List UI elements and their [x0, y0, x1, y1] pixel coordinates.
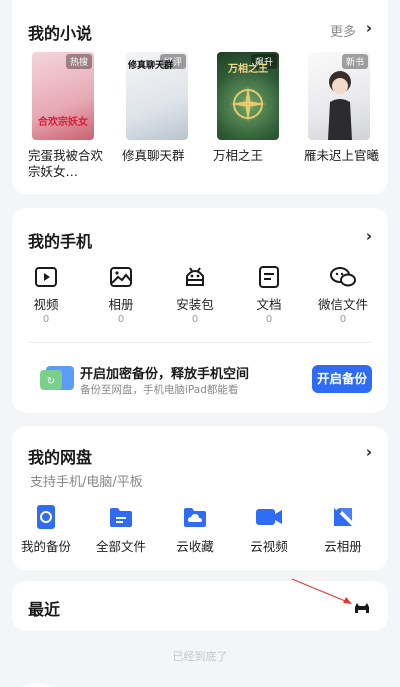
phone-item-photos[interactable]: 相册 0	[84, 264, 158, 325]
backup-shield-icon: ↻	[40, 366, 74, 390]
phone-item-label: 微信文件	[317, 297, 368, 312]
book-cover[interactable]: 新书	[308, 52, 370, 140]
divider	[28, 342, 372, 343]
book-cover[interactable]: 热搜 合欢宗妖女	[32, 52, 94, 140]
backup-icon	[9, 504, 83, 530]
android-icon	[158, 264, 232, 290]
book-item[interactable]: 好评 修真聊天群 修真聊天群	[122, 52, 202, 164]
cloud-video-icon	[232, 504, 306, 530]
chevron-right-icon[interactable]: ›	[366, 227, 372, 245]
compass-emblem-icon	[230, 86, 266, 122]
book-title[interactable]: 万相之王	[213, 148, 293, 164]
cloud-album-icon	[306, 504, 380, 530]
book-tag: 热搜	[65, 54, 92, 69]
novels-card: 我的小说 更多 › 热搜 合欢宗妖女 完蛋我被合欢宗妖女… 好评 修真聊天群 修…	[12, 0, 388, 194]
cloud-drive-card: 我的网盘 › 支持手机/电脑/平板 我的备份 全部文件 云收藏 云视频 云相册	[12, 426, 388, 570]
wechat-icon	[306, 264, 380, 290]
character-figure-icon	[328, 71, 352, 140]
indicator-notch-icon	[22, 683, 54, 687]
book-cover[interactable]: 飙升 万相之王	[217, 52, 279, 140]
cover-text: 修真聊天群	[128, 61, 174, 71]
cloud-item-label: 云视频	[250, 539, 288, 554]
cloud-item-label: 全部文件	[95, 539, 146, 554]
cloud-title: 我的网盘	[28, 448, 93, 467]
cloud-item-favorites[interactable]: 云收藏	[158, 504, 232, 555]
cloud-item-label: 云收藏	[176, 539, 214, 554]
end-of-list-text: 已经到底了	[172, 650, 228, 663]
cloud-item-all-files[interactable]: 全部文件	[84, 504, 158, 555]
phone-item-count: 0	[265, 314, 273, 325]
photo-icon	[84, 264, 158, 290]
phone-item-count: 0	[117, 314, 125, 325]
cloud-item-label: 我的备份	[20, 539, 71, 554]
enable-backup-button[interactable]: 开启备份	[312, 365, 372, 393]
phone-item-label: 视频	[33, 297, 59, 312]
novels-title: 我的小说	[28, 24, 93, 43]
recent-card: 最近	[12, 581, 388, 631]
cloud-item-album[interactable]: 云相册	[306, 504, 380, 555]
phone-item-apk[interactable]: 安装包 0	[158, 264, 232, 325]
video-icon	[9, 264, 83, 290]
document-icon	[232, 264, 306, 290]
chevron-right-icon[interactable]: ›	[366, 443, 372, 461]
folder-icon	[84, 504, 158, 530]
book-item[interactable]: 新书 雁未迟上官曦	[304, 52, 384, 164]
book-title[interactable]: 修真聊天群	[122, 148, 202, 164]
book-title[interactable]: 完蛋我被合欢宗妖女…	[28, 148, 108, 180]
cloud-item-videos[interactable]: 云视频	[232, 504, 306, 555]
phone-item-video[interactable]: 视频 0	[9, 264, 83, 325]
cat-face-icon[interactable]	[354, 599, 370, 618]
phone-title: 我的手机	[28, 232, 93, 251]
phone-item-label: 文档	[256, 297, 282, 312]
phone-item-docs[interactable]: 文档 0	[232, 264, 306, 325]
chevron-right-icon[interactable]: ›	[366, 19, 372, 37]
cloud-subtitle: 支持手机/电脑/平板	[30, 475, 143, 490]
novels-more-link[interactable]: 更多	[330, 21, 356, 40]
phone-item-label: 安装包	[176, 297, 214, 312]
cloud-item-backup[interactable]: 我的备份	[9, 504, 83, 555]
recent-title: 最近	[28, 600, 61, 619]
backup-subtitle: 备份至网盘，手机电脑iPad都能看	[80, 384, 239, 396]
phone-item-count: 0	[42, 314, 50, 325]
cloud-item-label: 云相册	[324, 539, 362, 554]
phone-item-count: 0	[339, 314, 347, 325]
book-title[interactable]: 雁未迟上官曦	[304, 148, 384, 164]
cover-text: 合欢宗妖女	[38, 117, 88, 128]
phone-card: 我的手机 › 视频 0 相册 0 安装包 0 文档 0 微信文件 0 ↻ 开启加…	[12, 208, 388, 413]
backup-title: 开启加密备份，释放手机空间	[80, 367, 250, 382]
svg-text:↻: ↻	[47, 376, 55, 387]
phone-item-wechat[interactable]: 微信文件 0	[306, 264, 380, 325]
phone-item-label: 相册	[108, 297, 134, 312]
phone-item-count: 0	[191, 314, 199, 325]
book-item[interactable]: 热搜 合欢宗妖女 完蛋我被合欢宗妖女…	[28, 52, 108, 180]
book-cover[interactable]: 好评 修真聊天群	[126, 52, 188, 140]
cloud-favorite-icon	[158, 504, 232, 530]
book-item[interactable]: 飙升 万相之王 万相之王	[213, 52, 293, 164]
